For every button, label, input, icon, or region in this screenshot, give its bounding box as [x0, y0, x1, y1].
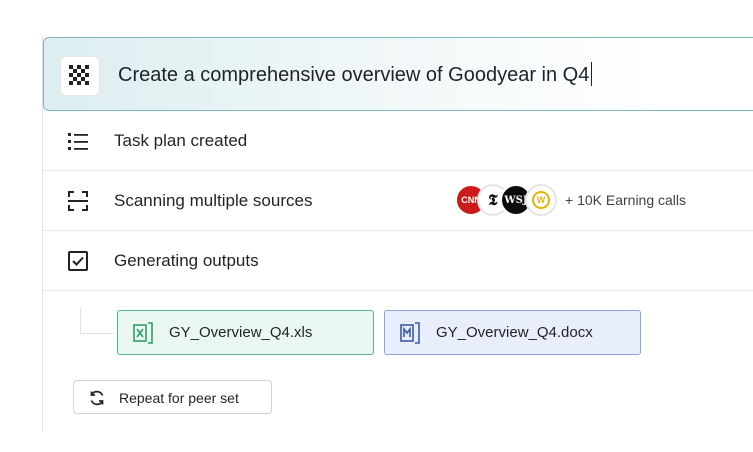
tree-connector: [80, 308, 114, 334]
text-caret: [591, 62, 593, 86]
task-panel: Create a comprehensive overview of Goody…: [42, 37, 753, 432]
repeat-button-label: Repeat for peer set: [119, 390, 239, 406]
prompt-bar[interactable]: Create a comprehensive overview of Goody…: [43, 37, 753, 111]
output-file-xls[interactable]: GY_Overview_Q4.xls: [117, 310, 374, 355]
step-scanning-sources: Scanning multiple sources CNN 𝕿 WSJ W + …: [43, 171, 753, 231]
checkbox-icon: [67, 250, 89, 272]
scan-icon: [67, 190, 89, 212]
step-label: Task plan created: [114, 131, 248, 150]
prompt-input[interactable]: Create a comprehensive overview of Goody…: [118, 62, 593, 87]
file-name: GY_Overview_Q4.xls: [169, 324, 313, 341]
list-icon: [67, 130, 89, 152]
step-label: Scanning multiple sources: [114, 191, 313, 210]
file-name: GY_Overview_Q4.docx: [436, 324, 593, 341]
gold-logo-mark: W: [532, 191, 550, 209]
excel-file-icon: [133, 322, 153, 344]
checker-logo-icon: [60, 56, 100, 96]
sources-more-count: + 10K Earning calls: [565, 192, 687, 208]
refresh-icon: [88, 389, 106, 407]
output-file-docx[interactable]: GY_Overview_Q4.docx: [384, 310, 641, 355]
word-file-icon: [400, 322, 420, 344]
gold-logo: W: [525, 184, 557, 216]
repeat-for-peer-set-button[interactable]: Repeat for peer set: [73, 380, 272, 414]
step-generating-outputs: Generating outputs: [43, 231, 753, 291]
step-task-plan: Task plan created: [43, 111, 753, 171]
prompt-text: Create a comprehensive overview of Goody…: [118, 64, 590, 86]
step-label: Generating outputs: [114, 251, 259, 270]
